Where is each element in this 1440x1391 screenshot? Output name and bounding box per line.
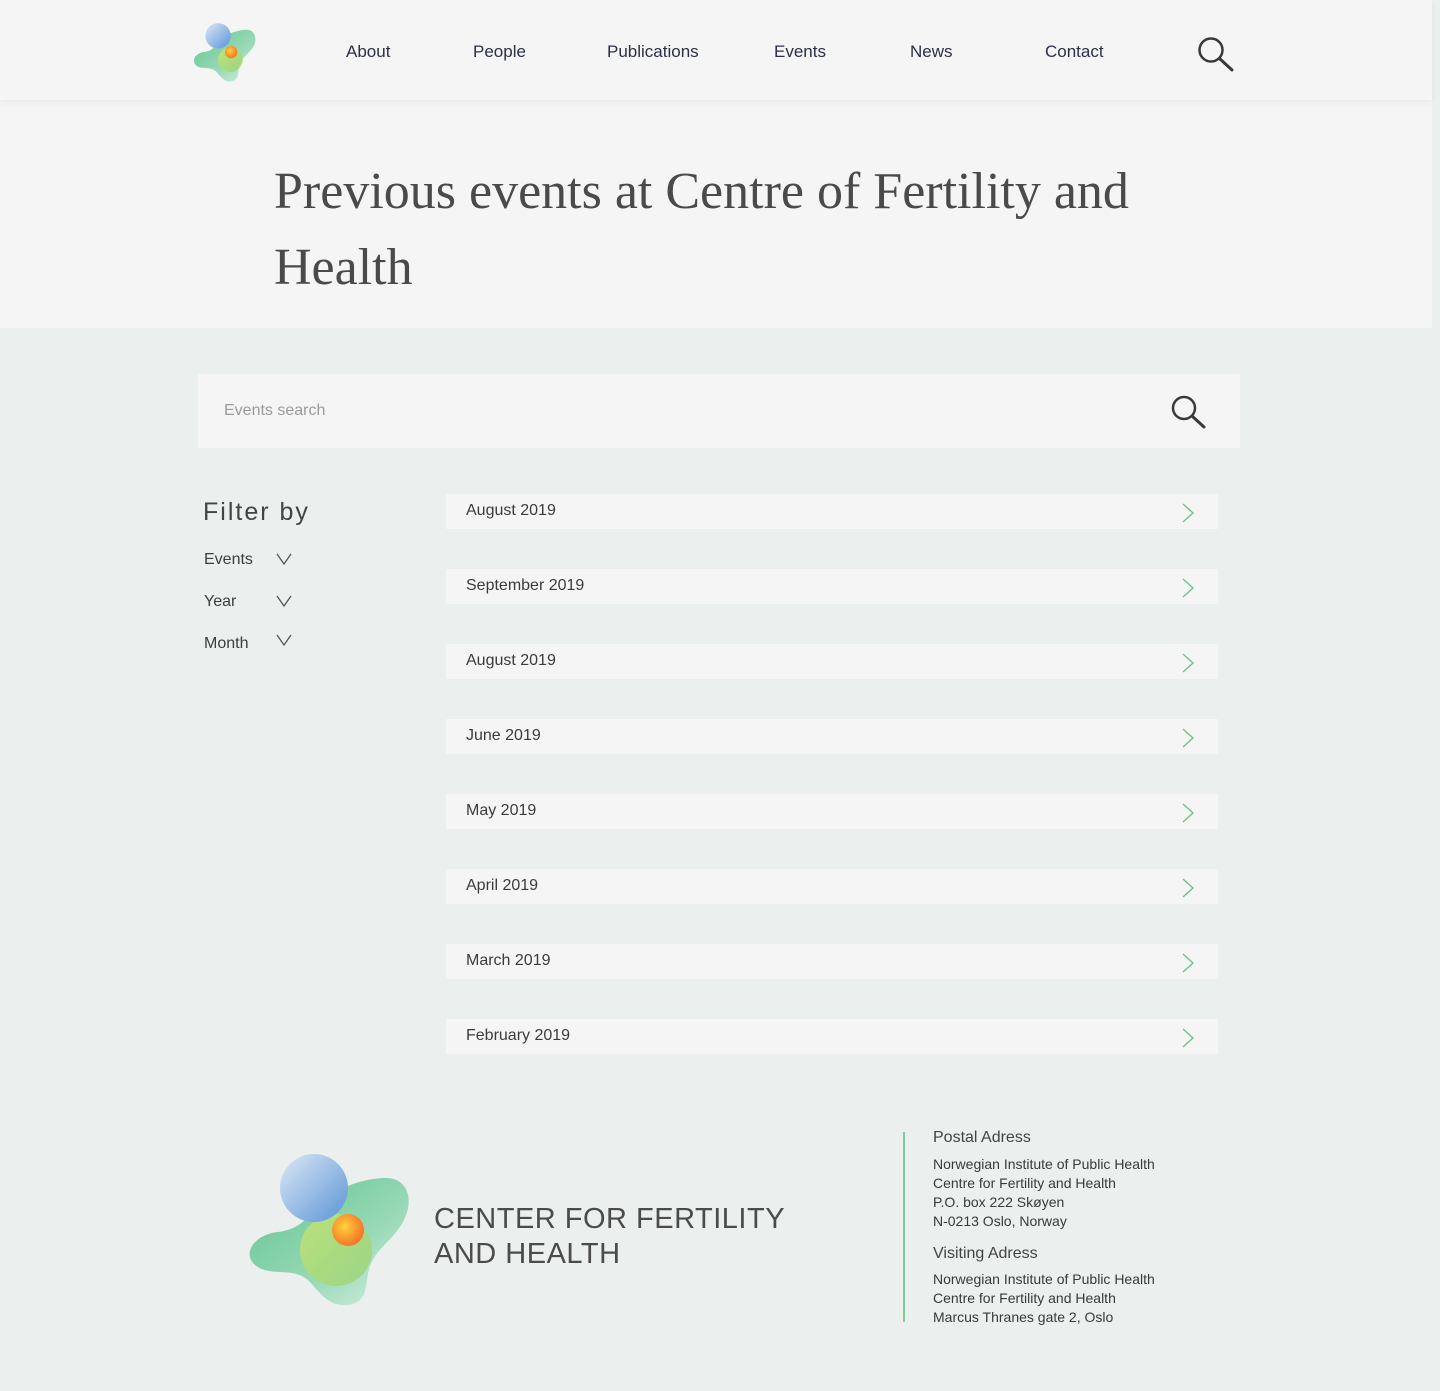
filter-month-dropdown[interactable]: Month: [204, 630, 304, 656]
event-month-label: September 2019: [466, 577, 585, 594]
nav-publications[interactable]: Publications: [607, 42, 699, 62]
footer-org-name-line: CENTER FOR FERTILITY: [434, 1203, 786, 1235]
chevron-right-icon: [1182, 653, 1194, 673]
page-title: Previous events at Centre of Fertility a…: [274, 163, 1129, 296]
postal-address-line: Centre for Fertility and Health: [933, 1175, 1116, 1191]
event-month-row[interactable]: September 2019: [446, 569, 1218, 604]
footer-divider: [903, 1132, 905, 1322]
site-logo[interactable]: [192, 22, 258, 82]
event-month-row[interactable]: February 2019: [446, 1019, 1218, 1054]
nav-about[interactable]: About: [346, 42, 390, 62]
postal-address-heading: Postal Adress: [933, 1129, 1031, 1146]
chevron-down-icon: [276, 595, 292, 607]
search-icon[interactable]: [1170, 394, 1208, 430]
event-month-label: March 2019: [466, 952, 551, 969]
chevron-down-icon: [276, 634, 292, 646]
event-month-label: June 2019: [466, 727, 541, 744]
event-month-row[interactable]: June 2019: [446, 719, 1218, 754]
event-month-row[interactable]: August 2019: [446, 494, 1218, 529]
site-header: About People Publications Events News Co…: [0, 0, 1432, 100]
nav-contact[interactable]: Contact: [1045, 42, 1104, 62]
chevron-right-icon: [1182, 1028, 1194, 1048]
filter-label: Month: [204, 635, 249, 652]
event-month-label: April 2019: [466, 877, 539, 894]
event-month-label: August 2019: [466, 502, 556, 519]
chevron-down-icon: [276, 553, 292, 565]
footer-org-name-line: AND HEALTH: [434, 1238, 621, 1270]
events-search-input[interactable]: [224, 374, 1124, 448]
hero-section: Previous events at Centre of Fertility a…: [0, 100, 1432, 328]
filter-label: Events: [204, 551, 253, 568]
filter-events-dropdown[interactable]: Events: [204, 548, 304, 574]
chevron-right-icon: [1182, 578, 1194, 598]
event-month-row[interactable]: August 2019: [446, 644, 1218, 679]
chevron-right-icon: [1182, 728, 1194, 748]
nav-news[interactable]: News: [910, 42, 953, 62]
nav-people[interactable]: People: [473, 42, 526, 62]
postal-address-line: N-0213 Oslo, Norway: [933, 1213, 1067, 1229]
nav-events[interactable]: Events: [774, 42, 826, 62]
events-search-bar: [198, 374, 1240, 448]
chevron-right-icon: [1182, 953, 1194, 973]
visiting-address-line: Centre for Fertility and Health: [933, 1290, 1116, 1306]
event-month-label: May 2019: [466, 802, 537, 819]
postal-address-line: Norwegian Institute of Public Health: [933, 1156, 1155, 1172]
event-month-row[interactable]: March 2019: [446, 944, 1218, 979]
filter-label: Year: [204, 593, 237, 610]
event-month-row[interactable]: May 2019: [446, 794, 1218, 829]
footer-logo: [249, 1154, 409, 1306]
search-icon[interactable]: [1196, 35, 1236, 73]
visiting-address-line: Marcus Thranes gate 2, Oslo: [933, 1309, 1114, 1325]
filter-title: Filter by: [203, 498, 310, 526]
chevron-right-icon: [1182, 503, 1194, 523]
filter-year-dropdown[interactable]: Year: [204, 590, 304, 616]
event-month-row[interactable]: April 2019: [446, 869, 1218, 904]
chevron-right-icon: [1182, 878, 1194, 898]
postal-address-line: P.O. box 222 Skøyen: [933, 1194, 1065, 1210]
visiting-address-line: Norwegian Institute of Public Health: [933, 1271, 1155, 1287]
visiting-address-heading: Visiting Adress: [933, 1245, 1038, 1262]
event-month-label: February 2019: [466, 1027, 571, 1044]
footer-org-name: CENTER FOR FERTILITY AND HEALTH: [434, 1202, 794, 1272]
event-month-label: August 2019: [466, 652, 556, 669]
chevron-right-icon: [1182, 803, 1194, 823]
